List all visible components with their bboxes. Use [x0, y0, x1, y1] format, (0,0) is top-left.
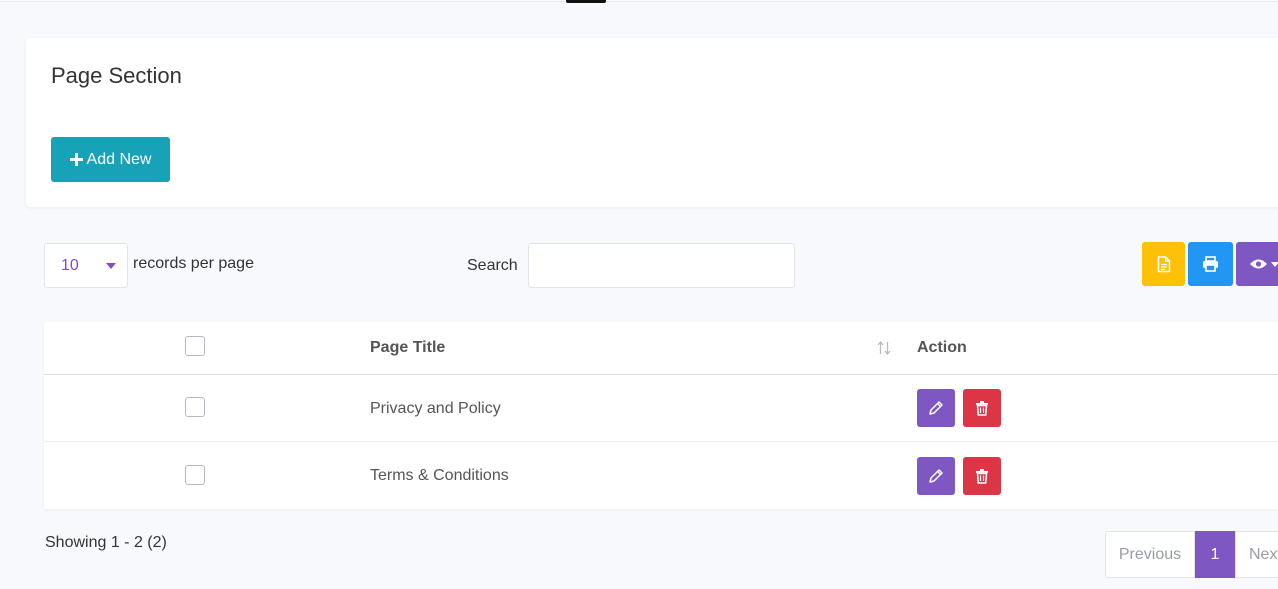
column-visibility-button[interactable]: [1236, 242, 1278, 286]
row-checkbox[interactable]: [185, 465, 205, 485]
trash-icon: [976, 469, 988, 484]
select-all-checkbox[interactable]: [185, 336, 205, 356]
pencil-icon: [929, 401, 943, 415]
trash-icon: [976, 401, 988, 416]
page-section-card: Page Section Add New: [26, 38, 1278, 207]
export-file-button[interactable]: [1142, 242, 1185, 286]
table-row: Terms & Conditions: [44, 443, 1278, 510]
table-row: Privacy and Policy: [44, 375, 1278, 442]
page-title: Page Section: [51, 63, 182, 88]
top-border: [0, 0, 1278, 2]
search-input[interactable]: [528, 243, 795, 288]
search-label: Search: [467, 257, 518, 274]
plus-icon: [69, 153, 83, 166]
edit-button[interactable]: [917, 389, 955, 427]
edit-button[interactable]: [917, 457, 955, 495]
records-summary: Showing 1 - 2 (2): [45, 534, 167, 551]
chevron-down-icon: [1271, 261, 1278, 267]
row-checkbox[interactable]: [185, 397, 205, 417]
table-header: Page Title Action: [44, 322, 1278, 375]
column-header-action: Action: [917, 339, 967, 356]
records-per-page-select[interactable]: 10: [44, 243, 128, 288]
add-new-label: Add New: [86, 150, 152, 168]
page-size-value: 10: [61, 257, 79, 274]
file-icon: [1157, 255, 1170, 272]
row-page-title: Terms & Conditions: [370, 467, 509, 484]
records-per-page-label: records per page: [133, 255, 254, 272]
next-page-button[interactable]: Next: [1235, 531, 1278, 578]
page-1-button[interactable]: 1: [1195, 531, 1235, 578]
chevron-down-icon: [106, 263, 116, 269]
delete-button[interactable]: [963, 389, 1001, 427]
pencil-icon: [929, 469, 943, 483]
print-button[interactable]: [1188, 242, 1233, 286]
previous-page-button[interactable]: Previous: [1105, 531, 1195, 578]
row-page-title: Privacy and Policy: [370, 400, 501, 417]
pagination: Previous 1 Next: [1105, 531, 1278, 578]
pages-table: Page Title Action Privacy and Policy Ter…: [44, 322, 1278, 509]
eye-icon: [1250, 259, 1267, 269]
printer-icon: [1203, 256, 1218, 272]
sort-icon[interactable]: [876, 339, 892, 357]
add-new-button[interactable]: Add New: [51, 137, 170, 182]
logo-fragment: [566, 0, 606, 3]
column-header-page-title[interactable]: Page Title: [370, 339, 445, 357]
delete-button[interactable]: [963, 457, 1001, 495]
